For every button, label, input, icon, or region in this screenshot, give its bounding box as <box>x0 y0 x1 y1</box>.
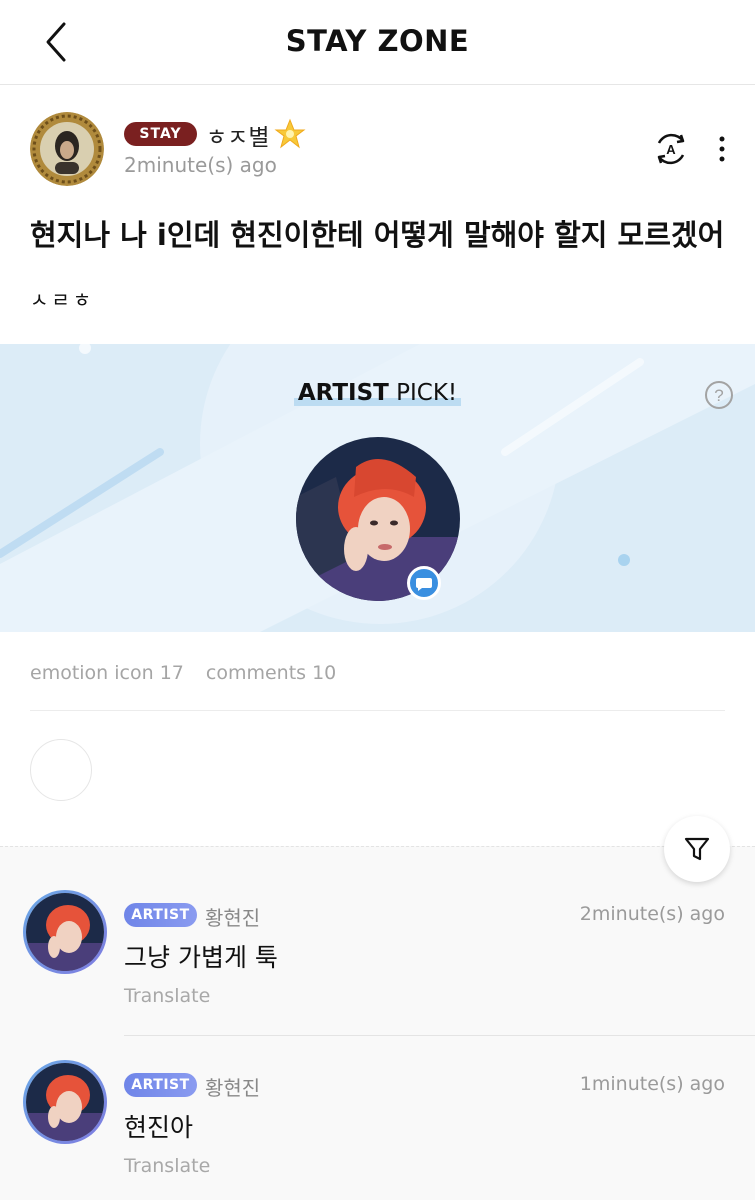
top-bar: STAY ZONE <box>0 0 755 85</box>
stay-badge: STAY <box>124 122 197 146</box>
commenter-avatar[interactable] <box>23 1060 107 1144</box>
artist-badge: ARTIST <box>124 903 197 927</box>
page-title: STAY ZONE <box>285 24 470 58</box>
star-icon <box>274 118 306 150</box>
commenter-name[interactable]: 황현진 <box>205 1072 260 1101</box>
artist-pick-banner: ARTIST PICK! ? <box>0 344 755 632</box>
svg-text:?: ? <box>714 386 723 405</box>
svg-text:A: A <box>666 142 676 157</box>
comment-item: ARTIST 황현진 1minute(s) ago 현진아 Translate <box>0 1060 755 1200</box>
comment-time: 1minute(s) ago <box>579 1073 725 1095</box>
divider <box>30 710 725 711</box>
filter-button[interactable] <box>664 816 730 882</box>
author-avatar[interactable] <box>30 112 104 186</box>
commenter-avatar[interactable] <box>23 890 107 974</box>
reaction-button[interactable] <box>30 739 92 801</box>
help-icon[interactable]: ? <box>704 380 734 410</box>
post-body: ㅅㄹㅎ <box>30 288 95 312</box>
artist-badge: ARTIST <box>124 1073 197 1097</box>
author-name[interactable]: ㅎㅈ별 <box>206 118 269 152</box>
comments-count[interactable]: comments 10 <box>206 662 336 684</box>
comment-text: 그냥 가볍게 툭 <box>124 943 278 972</box>
chat-bubble-icon <box>407 566 441 600</box>
emotion-count[interactable]: emotion icon 17 <box>30 662 184 684</box>
filter-icon <box>684 837 710 861</box>
commenter-name[interactable]: 황현진 <box>205 902 260 931</box>
comment-time: 2minute(s) ago <box>579 903 725 925</box>
post-time: 2minute(s) ago <box>124 153 277 177</box>
translate-link[interactable]: Translate <box>124 985 210 1007</box>
artist-pick-title: ARTIST PICK! <box>293 380 462 406</box>
more-icon[interactable] <box>714 134 730 164</box>
comment-text: 현진아 <box>124 1113 194 1142</box>
translate-link[interactable]: Translate <box>124 1155 210 1177</box>
post-title: 현지나 나 i인데 현진이한테 어떻게 말해야 할지 모르겠어 <box>30 218 725 252</box>
post-stats: emotion icon 17 comments 10 <box>30 662 358 684</box>
translate-icon[interactable]: A <box>651 129 691 169</box>
divider <box>124 1035 755 1036</box>
comment-item: ARTIST 황현진 2minute(s) ago 그냥 가볍게 툭 Trans… <box>0 890 755 1060</box>
